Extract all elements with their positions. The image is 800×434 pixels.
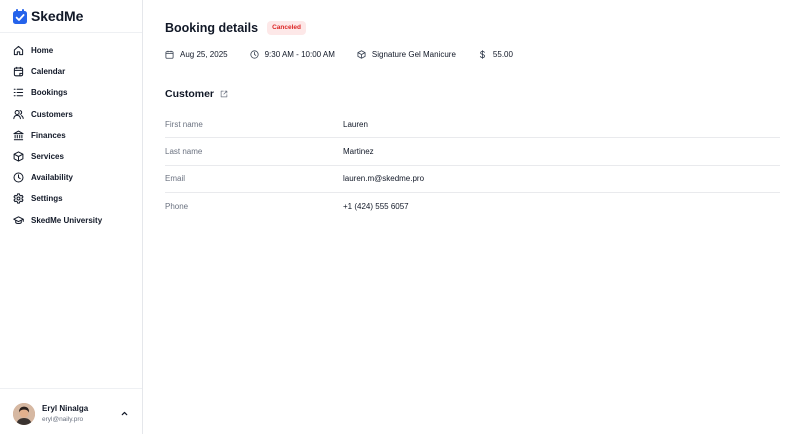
dollar-icon (479, 49, 485, 59)
home-icon (13, 45, 24, 56)
detail-value: Lauren (343, 119, 368, 129)
user-name: Eryl Ninalga (42, 404, 89, 413)
box-icon (13, 151, 24, 162)
sidebar-item-label: Settings (31, 194, 63, 204)
graduation-cap-icon (13, 215, 24, 224)
customer-details: First name Lauren Last name Martinez Ema… (165, 111, 780, 220)
sidebar-item-skedme-university[interactable]: SkedMe University (0, 210, 142, 231)
sidebar-item-label: Calendar (31, 67, 66, 77)
sidebar-item-label: SkedMe University (31, 215, 103, 225)
detail-value: +1 (424) 555 6057 (343, 202, 409, 212)
customer-section-header: Customer (165, 88, 228, 100)
detail-row-email: Email lauren.m@skedme.pro (165, 166, 780, 193)
detail-row-first-name: First name Lauren (165, 111, 780, 139)
booking-service: Signature Gel Manicure (357, 50, 456, 59)
bank-icon (13, 130, 24, 141)
booking-time-text: 9:30 AM - 10:00 AM (264, 49, 335, 59)
sidebar-item-label: Services (31, 152, 64, 162)
user-divider (0, 388, 142, 389)
calendar-check-logo-icon (13, 8, 27, 24)
main-content: Booking details Canceled Aug 25, 2025 9:… (143, 0, 800, 434)
detail-label: First name (165, 119, 203, 129)
sidebar-item-label: Availability (31, 173, 73, 183)
booking-service-text: Signature Gel Manicure (371, 49, 456, 59)
detail-label: Email (165, 174, 186, 184)
calendar-icon (165, 50, 174, 59)
detail-row-phone: Phone +1 (424) 555 6057 (165, 193, 780, 220)
detail-label: Last name (165, 146, 203, 156)
sidebar-nav: Home Calendar Bookings Customers Finance… (0, 40, 142, 231)
sidebar-item-services[interactable]: Services (0, 146, 142, 167)
detail-row-last-name: Last name Martinez (165, 138, 780, 166)
brand[interactable]: SkedMe (13, 7, 83, 25)
detail-value: lauren.m@skedme.pro (343, 174, 425, 184)
external-link-icon[interactable] (220, 90, 228, 98)
status-badge: Canceled (267, 21, 306, 35)
sidebar-item-availability[interactable]: Availability (0, 167, 142, 188)
booking-price-text: 55.00 (492, 49, 513, 59)
sidebar-item-label: Finances (31, 130, 66, 140)
brand-name: SkedMe (31, 8, 84, 24)
list-icon (13, 89, 24, 97)
sidebar-item-finances[interactable]: Finances (0, 125, 142, 146)
avatar (13, 403, 35, 425)
clock-icon (13, 172, 24, 183)
clock-icon (250, 49, 259, 59)
sidebar-item-settings[interactable]: Settings (0, 188, 142, 209)
brand-divider (0, 32, 142, 33)
avatar-image (13, 403, 35, 425)
detail-value: Martinez (343, 146, 374, 156)
booking-header: Booking details Canceled (165, 21, 306, 35)
sidebar-item-label: Home (31, 46, 54, 56)
user-menu[interactable]: Eryl Ninalga eryl@naily.pro (13, 402, 133, 426)
calendar-icon (13, 67, 24, 77)
users-icon (13, 109, 24, 119)
sidebar-item-label: Customers (31, 109, 73, 119)
sidebar-item-customers[interactable]: Customers (0, 104, 142, 125)
sidebar-item-label: Bookings (31, 88, 68, 98)
customer-section-title: Customer (165, 88, 215, 100)
gear-icon (13, 193, 24, 204)
page-title: Booking details (165, 21, 259, 35)
booking-date: Aug 25, 2025 (165, 50, 228, 59)
user-email: eryl@naily.pro (42, 416, 84, 423)
sidebar-item-calendar[interactable]: Calendar (0, 61, 142, 82)
sidebar-item-home[interactable]: Home (0, 40, 142, 61)
booking-price: 55.00 (478, 50, 513, 59)
booking-date-text: Aug 25, 2025 (180, 49, 228, 59)
box-icon (357, 49, 366, 59)
sidebar-item-bookings[interactable]: Bookings (0, 82, 142, 103)
detail-label: Phone (165, 202, 189, 212)
booking-meta: Aug 25, 2025 9:30 AM - 10:00 AM Signatur… (165, 48, 535, 60)
user-info: Eryl Ninalga eryl@naily.pro (42, 404, 88, 424)
booking-time: 9:30 AM - 10:00 AM (250, 50, 335, 59)
sidebar: SkedMe Home Calendar Bookings Customers … (0, 0, 143, 434)
chevron-up-icon[interactable] (120, 409, 129, 418)
